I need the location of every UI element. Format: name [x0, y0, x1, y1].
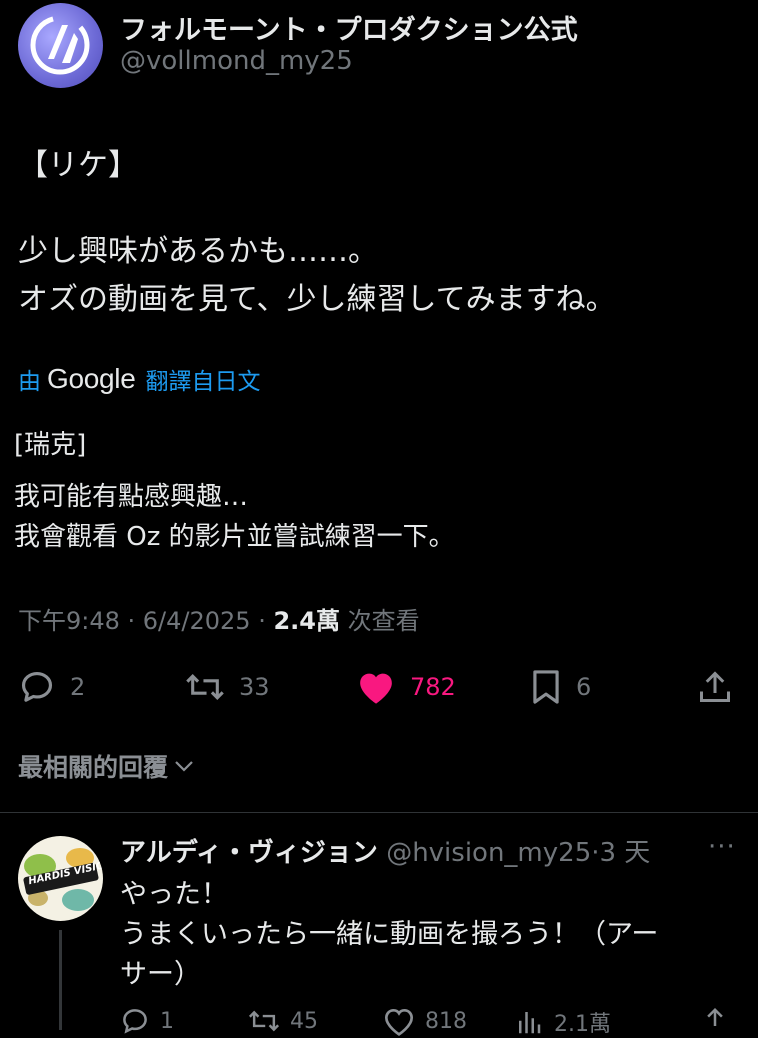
reply-like-action[interactable]: 818 — [383, 1006, 467, 1036]
reply-views-action[interactable]: 2.1萬 — [514, 1006, 611, 1038]
share-icon — [707, 1007, 723, 1026]
thread-line — [59, 930, 62, 1030]
reply-text-line-1: やった！ — [120, 879, 228, 910]
bookmark-icon — [533, 670, 559, 704]
heart-icon — [384, 1008, 414, 1036]
tweet-text-line-1: 【リケ】 — [18, 148, 138, 183]
translation-attribution[interactable]: 由 Google 翻譯自日文 — [18, 362, 261, 396]
reply-reply-action[interactable]: 1 — [120, 1006, 174, 1036]
reply-avatar[interactable]: HARDIS VISION — [18, 836, 103, 921]
author-logo-icon — [30, 15, 90, 75]
retweet-icon — [248, 1010, 280, 1032]
translated-text-line-1: [瑞克] — [14, 430, 87, 460]
reply-reply-count: 1 — [160, 1008, 174, 1034]
more-options-icon[interactable]: ··· — [708, 832, 736, 862]
author-name[interactable]: フォルモーント・プロダクション公式 — [120, 8, 578, 47]
reply-author-handle[interactable]: @hvision_my25 — [386, 838, 591, 868]
heart-filled-icon — [360, 673, 392, 704]
retweet-action[interactable]: 33 — [185, 668, 270, 706]
translation-prefix: 由 — [18, 369, 41, 395]
views-chart-icon — [519, 1012, 541, 1034]
reply-author-name[interactable]: アルディ・ヴィジョン — [120, 838, 378, 868]
share-action[interactable] — [697, 668, 733, 706]
like-action[interactable]: 782 — [356, 668, 456, 706]
tweet-text-line-2: 少し興味があるかも……。 — [18, 234, 378, 269]
reply-icon — [123, 1009, 147, 1034]
like-count: 782 — [410, 673, 456, 701]
bookmark-count: 6 — [576, 673, 592, 701]
google-logo: Google — [47, 363, 136, 394]
chevron-down-icon — [175, 761, 193, 772]
tweet-meta: 下午9:48 · 6/4/2025 · 2.4萬 次查看 — [18, 601, 420, 636]
reply-retweet-action[interactable]: 45 — [248, 1006, 318, 1036]
author-handle[interactable]: @vollmond_my25 — [120, 46, 353, 76]
reply-count: 2 — [70, 673, 86, 701]
reply-header: アルディ・ヴィジョン @hvision_my25·3 天 — [120, 832, 650, 869]
reply-like-count: 818 — [425, 1008, 467, 1034]
reply-icon — [21, 671, 53, 702]
translation-suffix: 翻譯自日文 — [145, 369, 261, 395]
share-icon — [700, 671, 730, 702]
translated-text-line-2: 我可能有點感興趣… — [14, 482, 249, 512]
bookmark-action[interactable]: 6 — [530, 668, 591, 706]
tweet-text-line-3: オズの動画を見て、少し練習してみますね。 — [18, 282, 616, 317]
reply-action[interactable]: 2 — [18, 668, 85, 706]
reply-share-action[interactable] — [700, 1006, 730, 1036]
divider — [0, 812, 758, 813]
retweet-icon — [186, 674, 224, 700]
view-label: 次查看 — [339, 607, 420, 635]
view-count[interactable]: 2.4萬 — [273, 607, 340, 635]
reply-retweet-count: 45 — [290, 1008, 318, 1034]
reply-text-line-3: サー） — [120, 959, 201, 990]
retweet-count: 33 — [239, 673, 270, 701]
author-avatar[interactable] — [18, 3, 103, 88]
reply-views-count: 2.1萬 — [554, 1012, 611, 1037]
sort-label: 最相關的回覆 — [18, 753, 169, 782]
replies-sort-dropdown[interactable]: 最相關的回覆 — [18, 748, 196, 784]
reply-text-line-2: うまくいったら一緒に動画を撮ろう！（アー — [120, 919, 659, 950]
reply-time[interactable]: ·3 天 — [591, 838, 650, 868]
translated-text-line-3: 我會觀看 Oz 的影片並嘗試練習一下。 — [14, 522, 455, 552]
tweet-timestamp[interactable]: 下午9:48 · 6/4/2025 · — [18, 607, 273, 635]
